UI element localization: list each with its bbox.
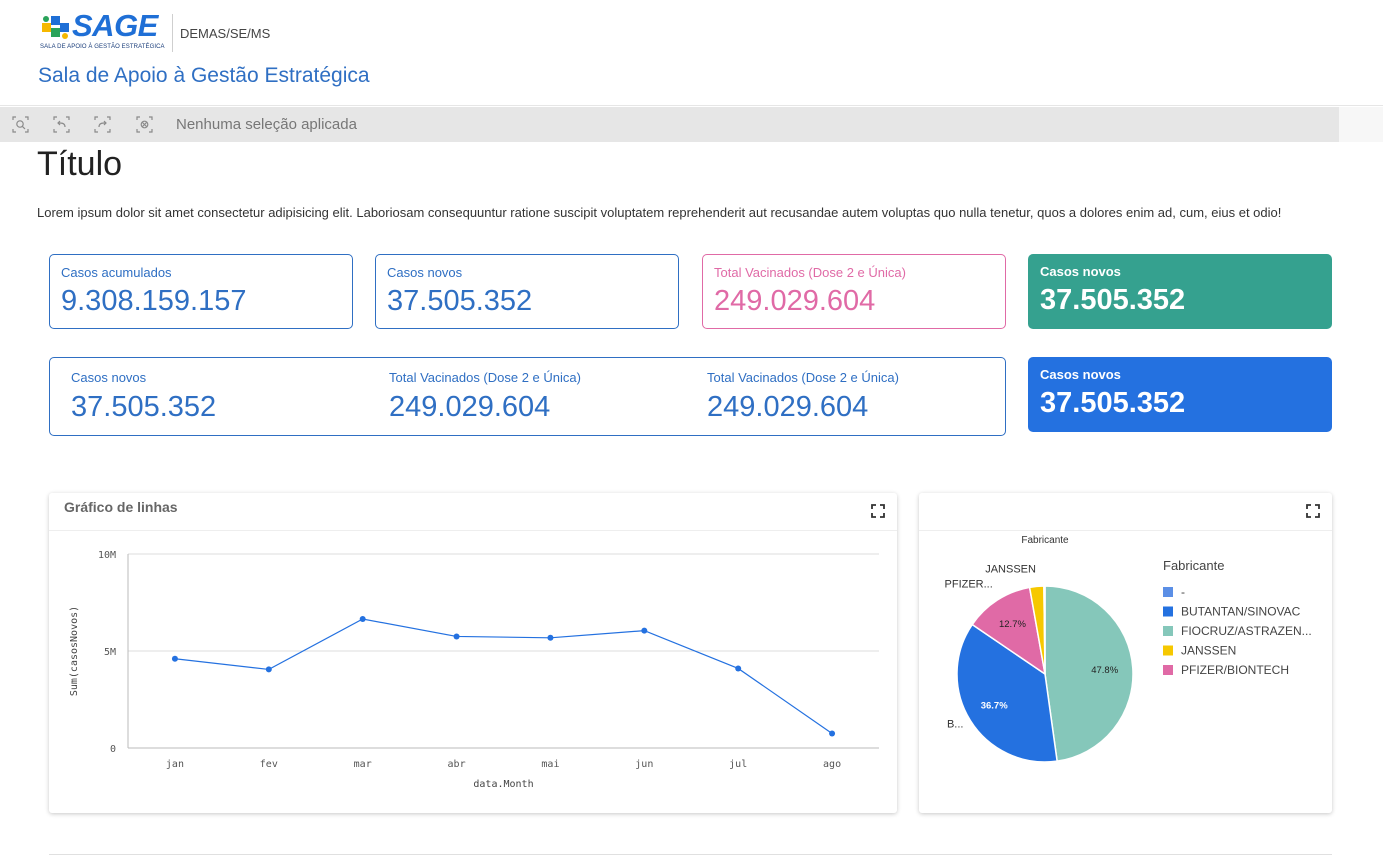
x-tick-label: jul bbox=[729, 759, 747, 770]
kpi-value: 249.029.604 bbox=[707, 391, 869, 423]
legend-label: PFIZER/BIONTECH bbox=[1181, 663, 1289, 677]
next-section-divider bbox=[49, 854, 1332, 855]
kpi-casos-novos-green: Casos novos 37.505.352 bbox=[1028, 254, 1332, 329]
legend-label: JANSSEN bbox=[1181, 644, 1236, 658]
data-point bbox=[265, 666, 272, 673]
pie-title: Fabricante bbox=[1021, 535, 1069, 546]
kpi-label: Casos novos bbox=[1040, 367, 1121, 382]
kpi-value: 37.505.352 bbox=[71, 391, 217, 423]
slice-outer-label: PFIZER... bbox=[945, 578, 993, 590]
kpi-value: 249.029.604 bbox=[389, 391, 551, 423]
legend-label: - bbox=[1181, 585, 1185, 599]
legend-label: FIOCRUZ/ASTRAZEN... bbox=[1181, 624, 1312, 638]
kpi-value: 37.505.352 bbox=[1040, 284, 1186, 316]
slice-value-label: 12.7% bbox=[999, 619, 1026, 630]
x-tick-label: ago bbox=[823, 759, 841, 770]
logo-text: SAGE bbox=[72, 8, 158, 43]
zoom-selection-icon[interactable] bbox=[12, 116, 29, 133]
slice-value-label: 47.8% bbox=[1091, 665, 1118, 676]
x-tick-label: mar bbox=[354, 759, 372, 770]
header-divider bbox=[172, 14, 173, 52]
logo-mark-icon bbox=[42, 16, 69, 39]
slice-outer-label: B... bbox=[947, 719, 964, 731]
legend-swatch bbox=[1163, 626, 1173, 636]
slice-outer-label: JANSSEN bbox=[985, 563, 1036, 575]
data-point bbox=[641, 627, 648, 634]
kpi-multi-item: Casos novos 37.505.352 bbox=[71, 358, 371, 435]
kpi-multi-card: Casos novos 37.505.352 Total Vacinados (… bbox=[49, 357, 1006, 436]
line-chart[interactable]: 0 5M 10M jan fev mar abr mai jun jul ago data.Month… bbox=[49, 493, 897, 813]
data-point bbox=[735, 665, 742, 672]
app-title: Sala de Apoio à Gestão Estratégica bbox=[38, 64, 370, 87]
pie-chart-card: Fabricante 47.8% 36.7% B... 12.7% PFIZER... JA… bbox=[919, 493, 1332, 813]
y-tick-label: 0 bbox=[110, 744, 116, 755]
slice-value-label: 36.7% bbox=[981, 701, 1008, 712]
kpi-multi-item: Total Vacinados (Dose 2 e Única) 249.029… bbox=[389, 358, 689, 435]
data-point bbox=[829, 730, 836, 737]
kpi-value: 37.505.352 bbox=[1040, 387, 1186, 419]
kpi-total-vacinados: Total Vacinados (Dose 2 e Única) 249.029… bbox=[702, 254, 1006, 329]
page-title: Título bbox=[37, 145, 123, 183]
clear-selections-icon[interactable] bbox=[136, 116, 153, 133]
x-tick-label: abr bbox=[448, 759, 466, 770]
selections-toolbar: Nenhuma seleção aplicada bbox=[0, 107, 1339, 142]
series-line bbox=[174, 618, 833, 734]
legend-label: BUTANTAN/SINOVAC bbox=[1181, 605, 1301, 619]
kpi-label: Total Vacinados (Dose 2 e Única) bbox=[707, 370, 899, 385]
y-axis-label: Sum(casosNovos) bbox=[69, 606, 80, 696]
selection-status: Nenhuma seleção aplicada bbox=[176, 116, 357, 133]
kpi-casos-novos: Casos novos 37.505.352 bbox=[375, 254, 679, 329]
x-tick-label: jan bbox=[166, 759, 184, 770]
kpi-casos-novos-blue: Casos novos 37.505.352 bbox=[1028, 357, 1332, 432]
line-chart-card: Gráfico de linhas 0 5M 10M jan fev mar abr mai j… bbox=[49, 493, 897, 813]
legend-swatch bbox=[1163, 606, 1173, 617]
kpi-value: 249.029.604 bbox=[714, 285, 876, 317]
kpi-multi-item: Total Vacinados (Dose 2 e Única) 249.029… bbox=[707, 358, 1007, 435]
legend-title: Fabricante bbox=[1163, 558, 1224, 573]
scrollbar-gutter bbox=[1339, 107, 1383, 142]
legend-swatch bbox=[1163, 665, 1173, 675]
x-axis-label: data.Month bbox=[473, 779, 533, 790]
kpi-label: Total Vacinados (Dose 2 e Única) bbox=[714, 265, 906, 280]
data-point bbox=[171, 655, 178, 662]
data-point bbox=[359, 615, 366, 622]
pie-chart[interactable]: Fabricante 47.8% 36.7% B... 12.7% PFIZER... JA… bbox=[919, 493, 1332, 813]
kpi-label: Casos acumulados bbox=[61, 265, 172, 280]
sage-logo[interactable]: SAGE SALA DE APOIO À GESTÃO ESTRATÉGICA bbox=[38, 8, 165, 54]
kpi-label: Casos novos bbox=[1040, 264, 1121, 279]
kpi-value: 9.308.159.157 bbox=[61, 285, 247, 317]
data-point bbox=[453, 633, 460, 640]
pie-slice bbox=[1044, 585, 1134, 763]
org-label: DEMAS/SE/MS bbox=[180, 26, 271, 41]
page-description: Lorem ipsum dolor sit amet consectetur a… bbox=[37, 205, 1282, 220]
x-tick-label: mai bbox=[541, 759, 559, 770]
x-tick-label: jun bbox=[635, 759, 653, 770]
legend-swatch bbox=[1163, 645, 1173, 656]
kpi-label: Casos novos bbox=[387, 265, 463, 280]
step-forward-icon[interactable] bbox=[94, 116, 111, 133]
kpi-label: Total Vacinados (Dose 2 e Única) bbox=[389, 370, 581, 385]
app-header: SAGE SALA DE APOIO À GESTÃO ESTRATÉGICA … bbox=[0, 0, 1383, 106]
kpi-value: 37.505.352 bbox=[387, 285, 533, 317]
step-back-icon[interactable] bbox=[53, 116, 70, 133]
y-tick-label: 10M bbox=[98, 550, 116, 561]
legend-swatch bbox=[1163, 587, 1173, 597]
data-point bbox=[547, 634, 554, 641]
x-tick-label: fev bbox=[260, 759, 278, 770]
y-tick-label: 5M bbox=[104, 647, 116, 658]
kpi-label: Casos novos bbox=[71, 370, 147, 385]
logo-subtitle: SALA DE APOIO À GESTÃO ESTRATÉGICA bbox=[40, 44, 165, 50]
kpi-casos-acumulados: Casos acumulados 9.308.159.157 bbox=[49, 254, 353, 329]
